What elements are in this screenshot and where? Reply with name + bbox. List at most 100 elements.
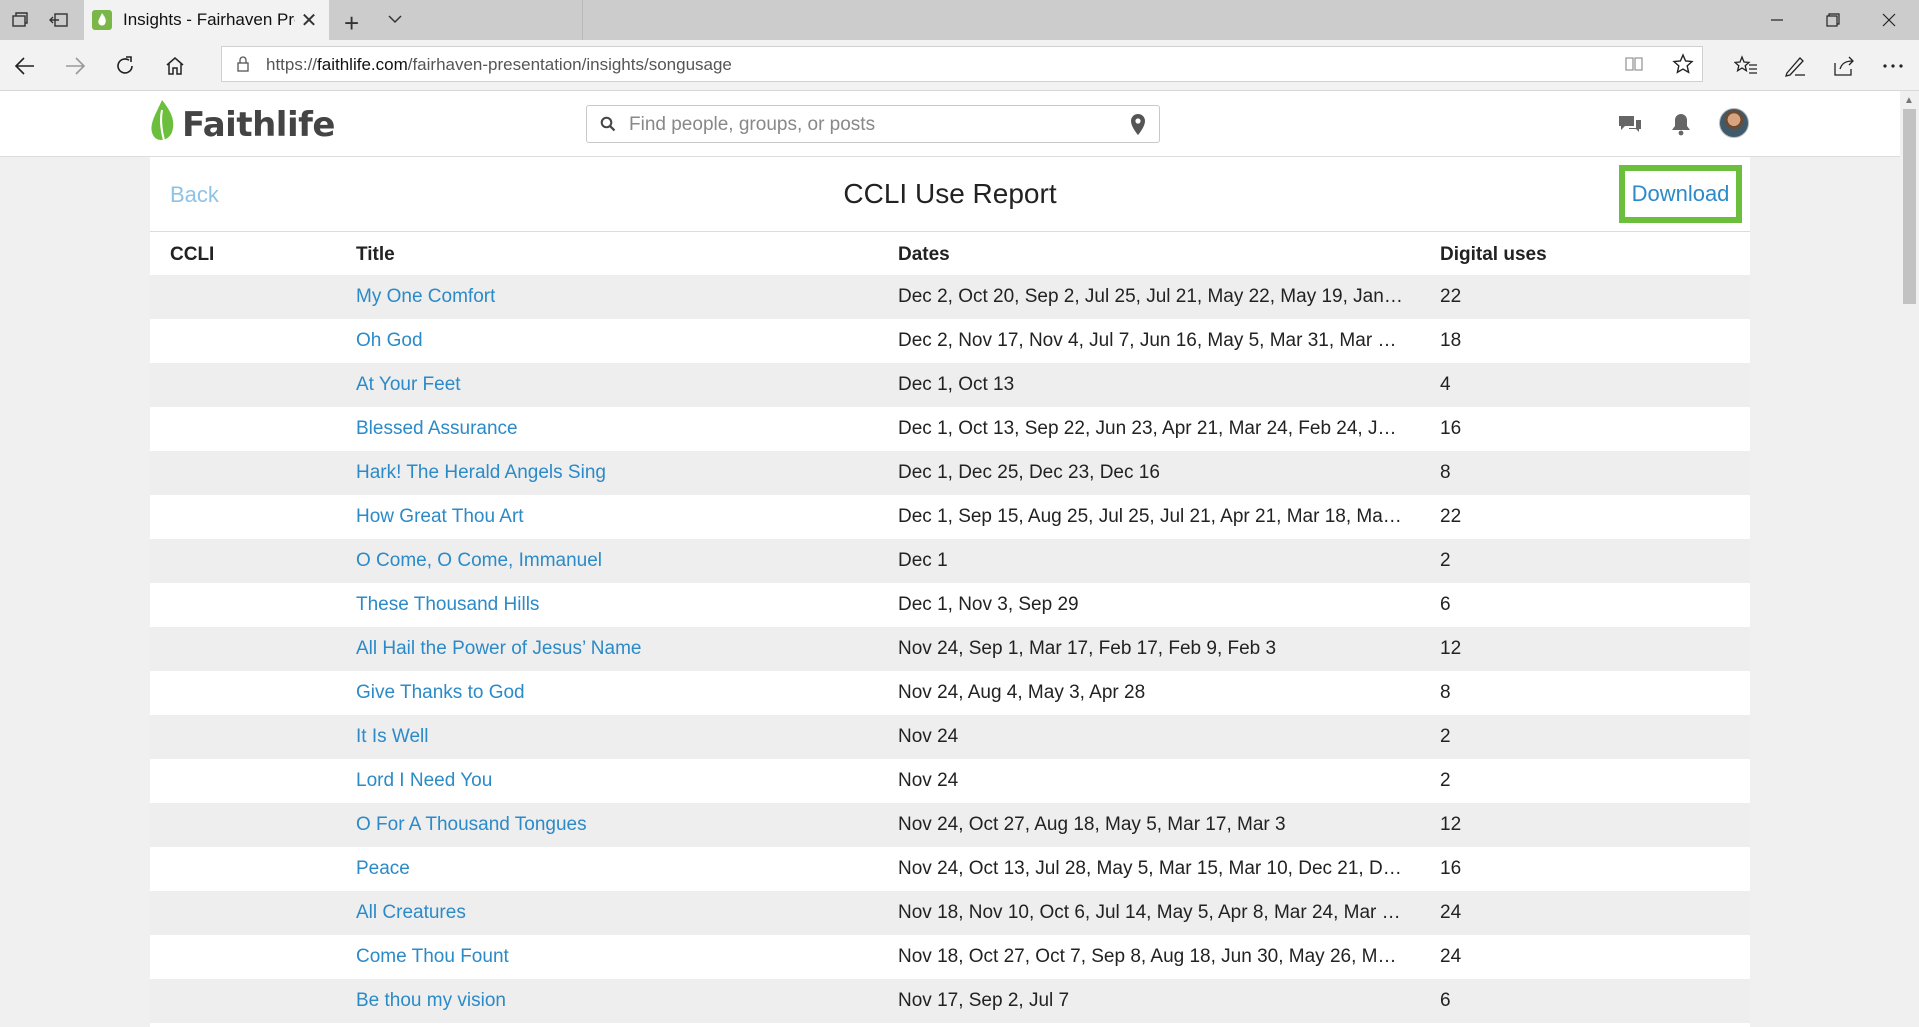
close-icon[interactable]: ✕: [299, 10, 319, 32]
table-row: These Thousand Hills Dec 1, Nov 3, Sep 29…: [150, 583, 1750, 627]
reading-view-icon[interactable]: [1624, 55, 1644, 78]
song-title-link[interactable]: These Thousand Hills: [356, 594, 539, 616]
song-title-link[interactable]: It Is Well: [356, 726, 429, 748]
song-title-link[interactable]: Peace: [356, 858, 410, 880]
song-title-link[interactable]: All Creatures: [356, 902, 466, 924]
digital-uses-cell: 6: [1440, 594, 1451, 615]
chat-icon[interactable]: [1617, 111, 1643, 137]
digital-uses-cell: 18: [1440, 330, 1462, 351]
song-title-link[interactable]: My One Comfort: [356, 286, 495, 308]
song-title-link[interactable]: Oh God: [356, 330, 423, 352]
active-tab[interactable]: Insights - Fairhaven Pres ✕: [84, 0, 329, 40]
dates-cell: Nov 24, Oct 27, Aug 18, May 5, Mar 17, M…: [898, 814, 1286, 835]
home-icon[interactable]: [162, 53, 188, 79]
table-row: How Great Thou Art Dec 1, Sep 15, Aug 25,…: [150, 495, 1750, 539]
url-text: https://faithlife.com/fairhaven-presenta…: [266, 55, 732, 74]
column-header-dates[interactable]: Dates: [898, 244, 950, 266]
column-header-digital-uses[interactable]: Digital uses: [1440, 244, 1547, 266]
faithlife-logo[interactable]: Faithlife: [148, 98, 335, 151]
digital-uses-cell: 24: [1440, 946, 1462, 967]
dates-cell: Nov 24, Aug 4, May 3, Apr 28: [898, 682, 1146, 703]
song-title-link[interactable]: Blessed Assurance: [356, 418, 518, 440]
favorites-icon[interactable]: [1733, 53, 1759, 79]
search-input[interactable]: [627, 106, 1111, 144]
dates-cell: Dec 2, Nov 17, Nov 4, Jul 7, Jun 16, May…: [898, 330, 1404, 351]
share-icon[interactable]: [1831, 53, 1857, 79]
column-header-ccli[interactable]: CCLI: [170, 244, 214, 266]
table-row: My One Comfort Dec 2, Oct 20, Sep 2, Jul …: [150, 275, 1750, 319]
page-scrollbar[interactable]: ▲: [1900, 91, 1919, 1027]
forward-icon[interactable]: [62, 53, 88, 79]
dates-cell: Nov 24: [898, 726, 959, 747]
table-body: My One Comfort Dec 2, Oct 20, Sep 2, Jul …: [150, 275, 1750, 1023]
lock-icon: [236, 55, 250, 78]
search-box[interactable]: [586, 105, 1160, 144]
table-row: It Is Well Nov 24 2: [150, 715, 1750, 759]
tab-title: Insights - Fairhaven Pres: [123, 10, 295, 29]
location-pin-icon[interactable]: [1129, 113, 1147, 142]
minimize-icon[interactable]: [1750, 0, 1804, 40]
bell-icon[interactable]: [1668, 111, 1694, 137]
address-bar-area: https://faithlife.com/fairhaven-presenta…: [0, 40, 1919, 91]
digital-uses-cell: 22: [1440, 506, 1462, 527]
song-title-link[interactable]: Come Thou Fount: [356, 946, 509, 968]
leaf-logo-icon: [148, 98, 178, 151]
dates-cell: Dec 1, Oct 13: [898, 374, 1015, 395]
table-row: O For A Thousand Tongues Nov 24, Oct 27, …: [150, 803, 1750, 847]
column-header-title[interactable]: Title: [356, 244, 395, 266]
table-row: Come Thou Fount Nov 18, Oct 27, Oct 7, Se…: [150, 935, 1750, 979]
new-tab-icon[interactable]: +: [344, 8, 359, 39]
star-icon[interactable]: [1672, 53, 1694, 80]
digital-uses-cell: 8: [1440, 682, 1451, 703]
tab-divider: [582, 0, 583, 40]
avatar[interactable]: [1719, 108, 1749, 138]
table-row: O Come, O Come, Immanuel Dec 1 2: [150, 539, 1750, 583]
back-icon[interactable]: [12, 53, 38, 79]
dates-cell: Nov 24, Oct 13, Jul 28, May 5, Mar 15, M…: [898, 858, 1404, 879]
song-title-link[interactable]: At Your Feet: [356, 374, 461, 396]
tab-actions-icon[interactable]: [10, 10, 30, 30]
table-header: CCLI Title Dates Digital uses: [150, 232, 1750, 275]
song-title-link[interactable]: Lord I Need You: [356, 770, 492, 792]
digital-uses-cell: 16: [1440, 858, 1462, 879]
table-row: All Hail the Power of Jesus’ Name Nov 24,…: [150, 627, 1750, 671]
scroll-thumb[interactable]: [1903, 109, 1916, 304]
close-window-icon[interactable]: [1862, 0, 1916, 40]
dates-cell: Dec 1, Nov 3, Sep 29: [898, 594, 1079, 615]
url-field[interactable]: https://faithlife.com/fairhaven-presenta…: [221, 46, 1703, 82]
table-row: At Your Feet Dec 1, Oct 13 4: [150, 363, 1750, 407]
digital-uses-cell: 24: [1440, 902, 1462, 923]
refresh-icon[interactable]: [112, 53, 138, 79]
report-panel: Back CCLI Use Report Download CCLI Title…: [150, 157, 1750, 1027]
logo-text: Faithlife: [182, 104, 335, 145]
pen-icon[interactable]: [1782, 53, 1808, 79]
dates-cell: Dec 1, Sep 15, Aug 25, Jul 25, Jul 21, A…: [898, 506, 1404, 527]
restore-icon[interactable]: [1806, 0, 1860, 40]
page-title: CCLI Use Report: [843, 178, 1057, 209]
digital-uses-cell: 12: [1440, 638, 1462, 659]
song-title-link[interactable]: All Hail the Power of Jesus’ Name: [356, 638, 641, 660]
digital-uses-cell: 2: [1440, 770, 1451, 791]
browser-tab-bar: Insights - Fairhaven Pres ✕ +: [0, 0, 1919, 40]
table-row: Be thou my vision Nov 17, Sep 2, Jul 7 6: [150, 979, 1750, 1023]
table-row: Oh God Dec 2, Nov 17, Nov 4, Jul 7, Jun 1…: [150, 319, 1750, 363]
song-title-link[interactable]: Give Thanks to God: [356, 682, 525, 704]
back-tabs-icon[interactable]: [49, 10, 69, 30]
song-title-link[interactable]: Be thou my vision: [356, 990, 506, 1012]
search-icon: [600, 116, 616, 137]
site-header: Faithlife: [0, 91, 1900, 157]
chevron-down-icon[interactable]: [386, 10, 404, 33]
digital-uses-cell: 22: [1440, 286, 1462, 307]
table-row: All Creatures Nov 18, Nov 10, Oct 6, Jul …: [150, 891, 1750, 935]
song-title-link[interactable]: How Great Thou Art: [356, 506, 524, 528]
download-button[interactable]: Download: [1619, 165, 1742, 223]
more-icon[interactable]: [1880, 53, 1906, 79]
song-title-link[interactable]: O For A Thousand Tongues: [356, 814, 587, 836]
dates-cell: Nov 24: [898, 770, 959, 791]
dates-cell: Dec 1: [898, 550, 948, 571]
song-title-link[interactable]: O Come, O Come, Immanuel: [356, 550, 602, 572]
scroll-up-icon[interactable]: ▲: [1904, 95, 1914, 106]
digital-uses-cell: 2: [1440, 550, 1451, 571]
dates-cell: Dec 1, Oct 13, Sep 22, Jun 23, Apr 21, M…: [898, 418, 1404, 439]
song-title-link[interactable]: Hark! The Herald Angels Sing: [356, 462, 606, 484]
